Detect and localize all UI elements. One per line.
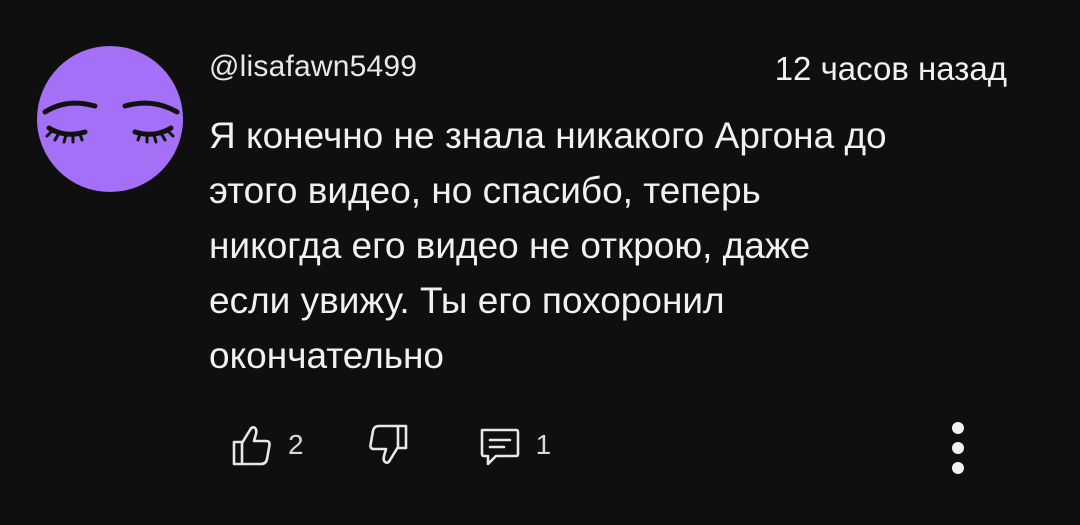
comment-timestamp[interactable]: 12 часов назад: [775, 50, 1007, 88]
comment-card: @lisafawn5499 12 часов назад Я конечно н…: [0, 0, 1080, 525]
thumbs-up-icon: [232, 426, 271, 466]
thumbs-down-icon: [368, 424, 407, 464]
reply-button[interactable]: 1: [476, 422, 552, 468]
like-count: 2: [288, 429, 304, 460]
comment-actions: 2 1: [230, 418, 551, 472]
comment-text: Я конечно не знала никакого Аргона до эт…: [209, 115, 887, 376]
closed-eyes-icon: [42, 100, 180, 144]
avatar[interactable]: [37, 46, 183, 192]
more-vertical-icon-dot: [952, 422, 964, 434]
more-vertical-icon-dot: [952, 442, 964, 454]
more-options-button[interactable]: [940, 418, 976, 478]
comment-author[interactable]: @lisafawn5499: [209, 50, 417, 84]
like-button[interactable]: 2: [230, 422, 304, 468]
more-vertical-icon-dot: [952, 462, 964, 474]
comment-icon: [480, 428, 519, 466]
reply-count: 1: [535, 429, 552, 460]
dislike-button[interactable]: [366, 422, 410, 468]
